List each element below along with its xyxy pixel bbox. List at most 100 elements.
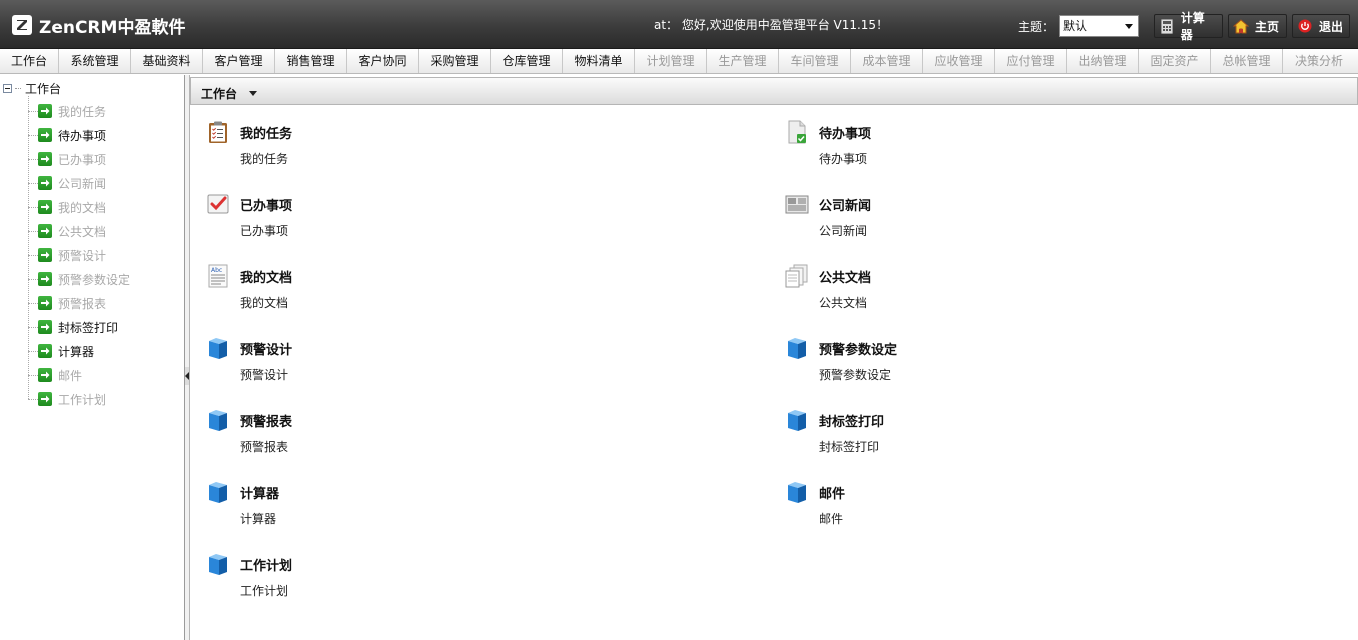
home-button[interactable]: 主页 xyxy=(1228,14,1287,38)
theme-label: 主题： xyxy=(1018,20,1055,34)
entry-title: 预警参数设定 xyxy=(819,343,898,358)
green-arrow-icon xyxy=(38,248,52,262)
entry-title: 待办事项 xyxy=(819,127,872,142)
entry-company-news[interactable]: 公司新闻 公司新闻 xyxy=(785,192,1085,244)
documents-icon xyxy=(785,264,808,288)
logo-text: ZenCRM中盈軟件 xyxy=(39,17,186,38)
sidebar-item-my-tasks[interactable]: 我的任务 xyxy=(28,102,106,120)
sidebar-item-public-documents[interactable]: 公共文档 xyxy=(28,222,106,240)
entry-alert-design[interactable]: 预警设计 预警设计 xyxy=(206,336,506,388)
menu-item-bom[interactable]: 物料清单 xyxy=(563,49,635,73)
blue-cube-icon xyxy=(209,482,227,503)
entry-work-plan[interactable]: 工作计划 工作计划 xyxy=(206,552,506,604)
entry-public-documents[interactable]: 公共文档 公共文档 xyxy=(785,264,1085,316)
app-logo: ZenCRM中盈軟件 xyxy=(12,13,186,38)
sidebar-item-mail[interactable]: 邮件 xyxy=(28,366,82,384)
green-arrow-icon xyxy=(38,320,52,334)
entry-desc: 预警参数设定 xyxy=(819,368,892,382)
sidebar-item-label-print[interactable]: 封标签打印 xyxy=(28,318,118,336)
tree-root[interactable]: 工作台 xyxy=(3,80,61,96)
entry-title: 邮件 xyxy=(819,487,846,502)
entry-desc: 我的任务 xyxy=(240,152,289,166)
menu-item-production[interactable]: 生产管理 xyxy=(707,49,779,73)
entry-desc: 封标签打印 xyxy=(819,440,880,454)
menu-item-customer-collab[interactable]: 客户协同 xyxy=(347,49,419,73)
welcome-message: at： 您好,欢迎使用中盈管理平台 V11.15！ xyxy=(654,18,889,32)
entry-desc: 公司新闻 xyxy=(819,224,868,238)
green-arrow-icon xyxy=(38,104,52,118)
entry-calculator[interactable]: 计算器 计算器 xyxy=(206,480,506,532)
module-menu: 工作台 系统管理 基础资料 客户管理 销售管理 客户协同 采购管理 仓库管理 物… xyxy=(0,49,1358,74)
collapse-icon[interactable] xyxy=(3,83,12,93)
main-panel: 工作台 我的任务 我的任务 待办事项 待办事项 已办事项 已办事项 公司新闻 公… xyxy=(190,75,1358,640)
menu-item-workshop[interactable]: 车间管理 xyxy=(779,49,851,73)
logout-button[interactable]: 退出 xyxy=(1292,14,1350,38)
menu-item-warehouse[interactable]: 仓库管理 xyxy=(491,49,563,73)
menu-item-cost[interactable]: 成本管理 xyxy=(851,49,923,73)
chevron-down-icon[interactable] xyxy=(249,91,257,96)
menu-item-cashier[interactable]: 出纳管理 xyxy=(1067,49,1139,73)
menu-item-system[interactable]: 系统管理 xyxy=(59,49,131,73)
menu-item-customers[interactable]: 客户管理 xyxy=(203,49,275,73)
sidebar-item-label: 封标签打印 xyxy=(58,320,119,335)
entry-my-documents[interactable]: Abc 我的文档 我的文档 xyxy=(206,264,506,316)
power-icon xyxy=(1297,18,1313,34)
sidebar-item-label: 已办事项 xyxy=(58,152,107,167)
sidebar-item-label: 待办事项 xyxy=(58,128,107,143)
entry-desc: 待办事项 xyxy=(819,152,868,166)
menu-item-workbench[interactable]: 工作台 xyxy=(0,49,59,73)
entry-alert-report[interactable]: 预警报表 预警报表 xyxy=(206,408,506,460)
sidebar-item-label: 预警设计 xyxy=(58,248,107,263)
menu-item-decision-analysis[interactable]: 决策分析 xyxy=(1283,49,1355,73)
entry-title: 公司新闻 xyxy=(819,199,872,214)
entry-my-tasks[interactable]: 我的任务 我的任务 xyxy=(206,120,506,172)
tree-root-label: 工作台 xyxy=(25,81,62,96)
sidebar-item-alert-design[interactable]: 预警设计 xyxy=(28,246,106,264)
sidebar-item-alert-report[interactable]: 预警报表 xyxy=(28,294,106,312)
menu-item-general-ledger[interactable]: 总帐管理 xyxy=(1211,49,1283,73)
sidebar-item-done[interactable]: 已办事项 xyxy=(28,150,106,168)
theme-selected-value: 默认 xyxy=(1063,19,1088,33)
menu-item-receivables[interactable]: 应收管理 xyxy=(923,49,995,73)
menu-item-payables[interactable]: 应付管理 xyxy=(995,49,1067,73)
calculator-button[interactable]: 计算器 xyxy=(1154,11,1223,42)
entry-title: 已办事项 xyxy=(240,199,293,214)
menu-item-purchasing[interactable]: 采购管理 xyxy=(419,49,491,73)
sidebar-item-label: 预警报表 xyxy=(58,296,107,311)
menu-item-sales[interactable]: 销售管理 xyxy=(275,49,347,73)
panel-title: 工作台 xyxy=(201,87,238,101)
entry-todo[interactable]: 待办事项 待办事项 xyxy=(785,120,1085,172)
menu-item-planning[interactable]: 计划管理 xyxy=(635,49,707,73)
entry-mail[interactable]: 邮件 邮件 xyxy=(785,480,1085,532)
entry-done[interactable]: 已办事项 已办事项 xyxy=(206,192,506,244)
sidebar-item-work-plan[interactable]: 工作计划 xyxy=(28,390,106,408)
sidebar-tree: 工作台 我的任务 待办事项 已办事项 公司新闻 我的文档 公共文档 预警设计 预… xyxy=(0,75,185,640)
calculator-button-label: 计算器 xyxy=(1180,11,1205,42)
sidebar-item-label: 计算器 xyxy=(58,344,95,359)
sidebar-item-todo[interactable]: 待办事项 xyxy=(28,126,106,144)
entry-title: 计算器 xyxy=(240,487,280,502)
sidebar-item-my-documents[interactable]: 我的文档 xyxy=(28,198,106,216)
sidebar-item-company-news[interactable]: 公司新闻 xyxy=(28,174,106,192)
entry-label-print[interactable]: 封标签打印 封标签打印 xyxy=(785,408,1085,460)
menu-item-basic-data[interactable]: 基础资料 xyxy=(131,49,203,73)
green-arrow-icon xyxy=(38,224,52,238)
blue-cube-icon xyxy=(209,554,227,575)
todo-document-icon xyxy=(788,120,806,144)
text-document-icon: Abc xyxy=(208,264,228,288)
entry-title: 我的任务 xyxy=(240,127,293,142)
theme-select[interactable]: 默认 xyxy=(1059,15,1139,37)
entry-title: 公共文档 xyxy=(819,271,872,286)
panel-header[interactable]: 工作台 xyxy=(190,77,1358,105)
entry-desc: 预警报表 xyxy=(240,440,289,454)
logout-button-label: 退出 xyxy=(1319,19,1344,34)
sidebar-item-label: 公共文档 xyxy=(58,224,107,239)
sidebar-item-calculator[interactable]: 计算器 xyxy=(28,342,94,360)
blue-cube-icon xyxy=(209,338,227,359)
menu-item-fixed-assets[interactable]: 固定资产 xyxy=(1139,49,1211,73)
collapse-sidebar-handle[interactable] xyxy=(185,367,189,385)
entry-desc: 已办事项 xyxy=(240,224,289,238)
entry-desc: 我的文档 xyxy=(240,296,289,310)
entry-alert-params[interactable]: 预警参数设定 预警参数设定 xyxy=(785,336,1085,388)
sidebar-item-alert-params[interactable]: 预警参数设定 xyxy=(28,270,130,288)
